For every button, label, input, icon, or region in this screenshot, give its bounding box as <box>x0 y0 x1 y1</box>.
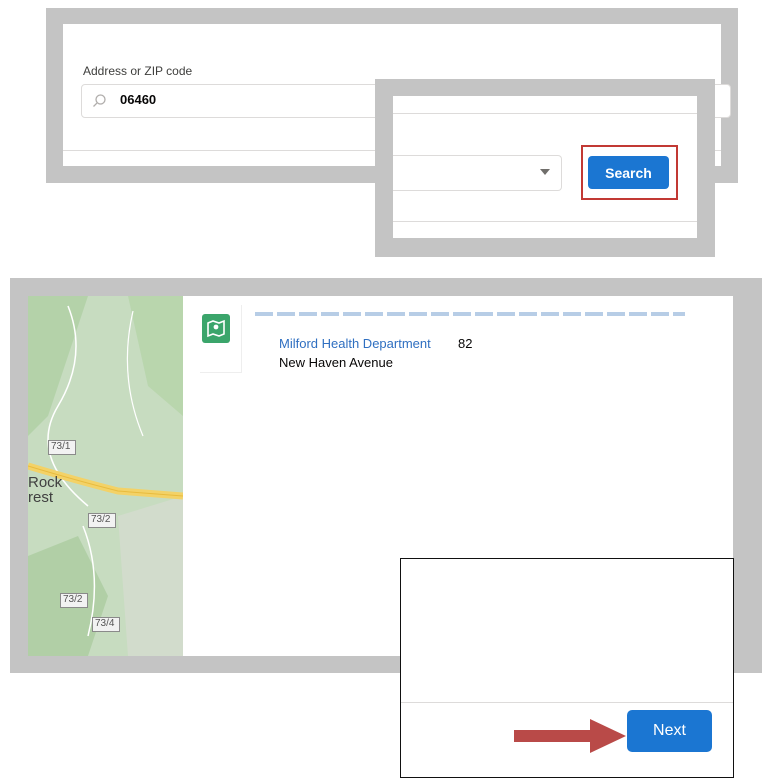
map[interactable]: 73/1 Rock rest 73/2 73/2 73/4 <box>28 296 183 656</box>
divider <box>401 702 733 703</box>
address-value[interactable]: 06460 <box>120 92 156 107</box>
route-shield-label: 73/4 <box>95 618 115 629</box>
search-icon <box>93 94 106 107</box>
location-icon <box>202 314 230 343</box>
map-place-label: rest <box>28 489 54 506</box>
route-shield-label: 73/1 <box>51 441 71 452</box>
route-shield-label: 73/2 <box>91 514 111 525</box>
address-label: Address or ZIP code <box>83 64 193 78</box>
result-street-number: 82 <box>458 336 473 351</box>
search-button[interactable]: Search <box>588 156 669 189</box>
radius-dropdown[interactable] <box>393 155 562 191</box>
caret-down-icon[interactable] <box>540 169 550 175</box>
next-button[interactable]: Next <box>627 710 712 752</box>
pointer-arrow-icon <box>514 719 626 753</box>
clipped-text-line <box>255 312 685 316</box>
divider <box>393 221 697 222</box>
result-name-link[interactable]: Milford Health Department <box>279 336 431 351</box>
divider <box>393 113 697 114</box>
route-shield-label: 73/2 <box>63 594 83 605</box>
result-street: New Haven Avenue <box>279 355 393 370</box>
